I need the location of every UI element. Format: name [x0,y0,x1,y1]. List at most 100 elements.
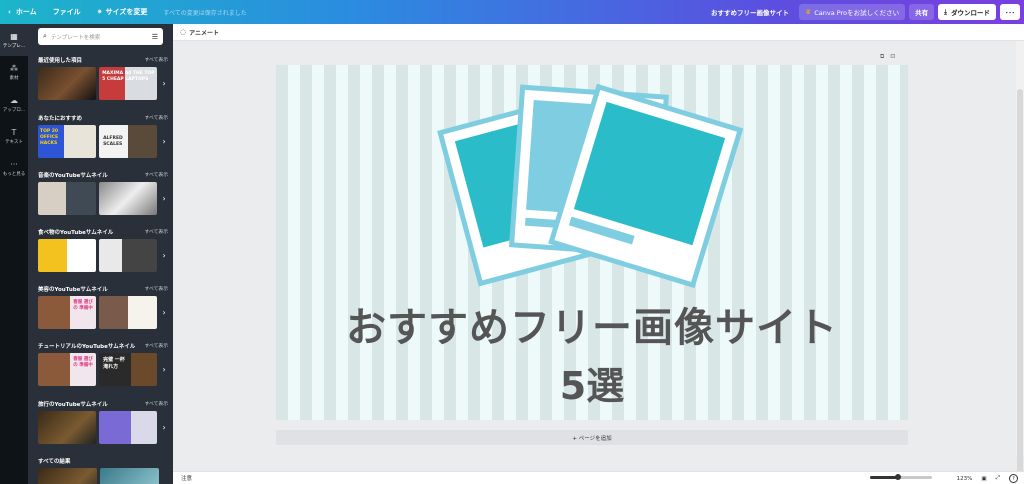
page-subline[interactable]: 5選 [276,355,908,410]
template-thumbnail[interactable]: 完璧 一杯 淹れ方 [99,353,158,386]
zoom-slider-knob[interactable] [894,474,901,480]
download-label: ダウンロード [951,9,990,17]
template-thumbnail[interactable]: 春服 選び の 準備中 [38,296,97,329]
rail-item-elements[interactable]: ⁂ 素材 [0,56,28,88]
see-all-link[interactable]: すべて表示 [145,171,168,179]
template-thumbnail[interactable]: ALFRED SCALES [99,125,158,158]
sparkle-icon: ✷ [96,8,103,16]
rail-label: アップロ... [2,107,26,113]
template-thumbnail[interactable] [99,239,158,272]
template-thumbnail[interactable] [38,468,97,484]
chevron-right-icon[interactable]: › [160,365,168,374]
filter-icon[interactable]: ☰ [152,33,158,41]
section-music-thumbnails: 音楽のYouTubeサムネイル すべて表示 › [38,171,168,215]
horizontal-scrollbar[interactable] [173,462,1016,471]
resize-button[interactable]: ✷ サイズを変更 [89,0,156,24]
resize-label: サイズを変更 [105,8,148,16]
add-page-button[interactable]: + ページを追加 [276,430,908,445]
fullscreen-icon[interactable]: ⤢ [996,475,1000,482]
section-beauty-thumbnails: 美容のYouTubeサムネイル すべて表示 春服 選び の 準備中 › [38,285,168,329]
design-page[interactable]: おすすめフリー画像サイト 5選 [276,65,908,420]
editor-toolbar: ◌ アニメート [173,24,1024,41]
template-thumbnail[interactable] [99,411,158,444]
thumbnail-text: 春服 選び の 準備中 [73,300,93,311]
download-button[interactable]: ⤓ ダウンロード [938,4,996,20]
zoom-slider[interactable] [870,474,932,480]
thumbnail-text: ALFRED SCALES [103,136,123,147]
see-all-link[interactable]: すべて表示 [145,342,168,350]
template-thumbnail[interactable] [99,296,158,329]
page-headline[interactable]: おすすめフリー画像サイト [276,295,908,353]
rail-label: テンプレ... [2,43,26,49]
home-button[interactable]: ‹ ホーム [0,0,45,24]
section-title: あなたにおすすめ [38,116,83,122]
chevron-right-icon[interactable]: › [160,79,168,88]
see-all-link[interactable]: すべて表示 [145,285,168,293]
rail-item-more[interactable]: ··· もっと見る [0,152,28,184]
download-icon: ⤓ [944,7,947,16]
section-food-thumbnails: 食べ物のYouTubeサムネイル すべて表示 › [38,228,168,272]
template-search-input[interactable]: ⌕ テンプレートを検索 ☰ [38,28,163,45]
help-button[interactable]: ? [1009,474,1018,483]
chevron-right-icon[interactable]: › [160,251,168,260]
see-all-link[interactable]: すべて表示 [145,114,168,122]
page-actions: ⧉ ⊡ [880,53,895,61]
see-all-link[interactable]: すべて表示 [145,400,168,408]
animate-button[interactable]: アニメート [189,28,219,37]
see-all-link[interactable]: すべて表示 [145,228,168,236]
page-grid-icon[interactable]: ▣ [981,476,986,482]
chevron-right-icon[interactable]: › [160,423,168,432]
template-thumbnail[interactable] [38,239,97,272]
text-icon: T [11,127,17,137]
search-icon: ⌕ [43,32,47,40]
share-button[interactable]: 共有 [909,4,935,20]
vertical-scrollbar[interactable] [1016,41,1024,484]
rail-label: もっと見る [2,171,26,177]
section-title: すべての結果 [38,459,71,465]
section-title: 旅行のYouTubeサムネイル [38,402,108,408]
notes-button[interactable]: 注意 [181,474,192,482]
template-thumbnail[interactable]: TOP 20 OFFICE HACKS [38,125,97,158]
see-all-link[interactable]: すべて表示 [145,56,168,64]
template-thumbnail[interactable] [38,67,97,100]
document-title[interactable]: おすすめフリー画像サイト [705,4,795,20]
thumbnail-text: 春服 選び の 準備中 [73,357,93,368]
chevron-right-icon[interactable]: › [160,137,168,146]
section-tutorial-thumbnails: チュートリアルのYouTubeサムネイル すべて表示 春服 選び の 準備中 完… [38,342,168,386]
section-title: 美容のYouTubeサムネイル [38,287,108,293]
more-options-button[interactable]: ･･･ [1000,4,1020,20]
scrollbar-thumb[interactable] [1017,89,1023,484]
section-recommended: あなたにおすすめ すべて表示 TOP 20 OFFICE HACKS ALFRE… [38,114,168,158]
rail-item-uploads[interactable]: ☁ アップロ... [0,88,28,120]
section-recent: 最近使用した項目 すべて表示 MAXIMA A4 THE TOP 5 CHEAP… [38,56,168,100]
rail-label: 素材 [9,75,19,81]
template-thumbnail[interactable] [38,182,97,215]
zoom-level[interactable]: 123% [957,476,973,482]
try-pro-label: Canva Proをお試しください [814,9,900,17]
chevron-right-icon[interactable]: › [160,194,168,203]
duplicate-page-icon[interactable]: ⧉ [880,53,884,61]
section-title: 食べ物のYouTubeサムネイル [38,230,114,236]
thumbnail-text: MAXIMA A4 THE TOP 5 CHEAP LAPTOPS [102,71,155,83]
file-menu[interactable]: ファイル [45,0,89,24]
elements-icon: ⁂ [10,63,18,73]
rail-label: テキスト [5,139,23,145]
section-title: チュートリアルのYouTubeサムネイル [38,344,136,350]
rail-item-templates[interactable]: ▦ テンプレ... [0,24,28,56]
template-thumbnail[interactable] [99,182,158,215]
template-thumbnail[interactable] [38,411,97,444]
template-thumbnail[interactable]: MAXIMA A4 THE TOP 5 CHEAP LAPTOPS [99,67,158,100]
search-placeholder: テンプレートを検索 [50,34,101,41]
chevron-right-icon[interactable]: › [160,308,168,317]
section-all-results: すべての結果 [38,457,168,484]
try-pro-button[interactable]: ♛ Canva Proをお試しください [798,4,906,20]
add-page-icon[interactable]: ⊡ [890,53,895,61]
animate-icon[interactable]: ◌ [180,28,186,36]
rail-item-text[interactable]: T テキスト [0,120,28,152]
thumbnail-text: TOP 20 OFFICE HACKS [40,129,59,146]
top-bar: ‹ ホーム ファイル ✷ サイズを変更 すべての変更は保存されました おすすめフ… [0,0,1024,24]
template-thumbnail[interactable] [100,468,159,484]
template-thumbnail[interactable]: 春服 選び の 準備中 [38,353,97,386]
chevron-left-icon: ‹ [8,8,11,16]
canvas-area: ⧉ ⊡ おすすめフリー画像サイト 5選 + ページを追加 [173,41,1024,471]
